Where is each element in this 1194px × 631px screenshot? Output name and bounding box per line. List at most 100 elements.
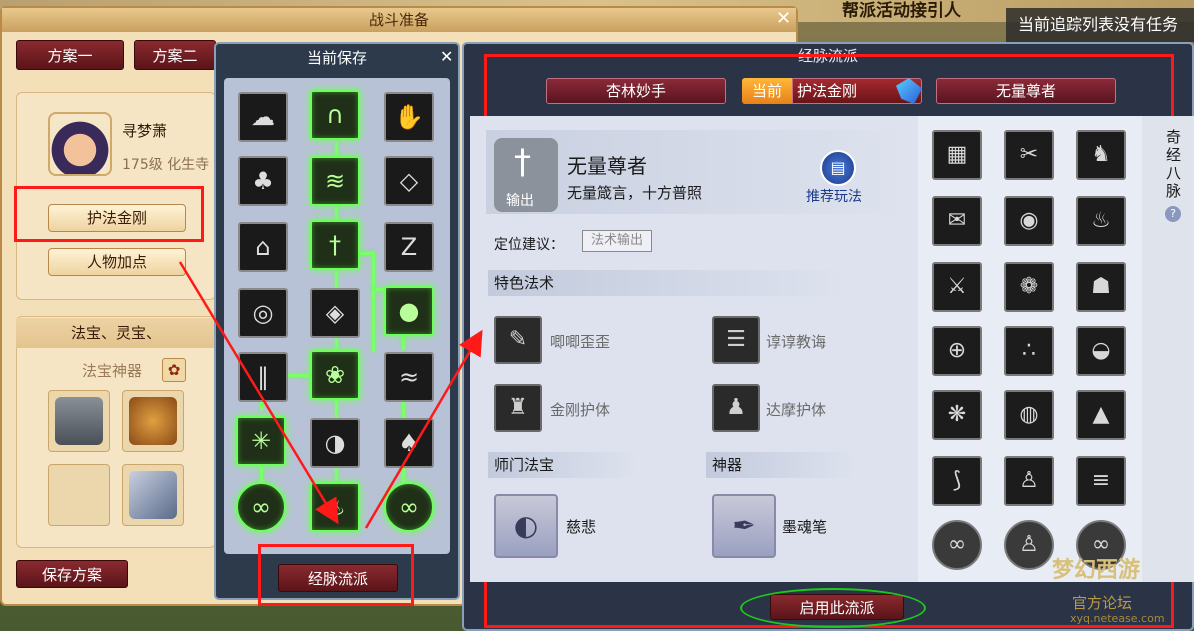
route-name: 无量尊者 (567, 154, 647, 178)
brush-item-icon (129, 471, 177, 519)
avatar (48, 112, 112, 176)
route-skill-node[interactable]: ⟆ (932, 456, 982, 506)
plan-tab-1[interactable]: 方案一 (16, 40, 124, 70)
treasure-card (16, 316, 216, 548)
school-treasure-header: 师门法宝 (488, 452, 638, 478)
character-level: 175级 化生寺 (122, 157, 210, 173)
route-skill-node[interactable]: ◉ (1004, 196, 1054, 246)
school-treasure-name: 慈悲 (566, 518, 597, 536)
highlight-lineage-button (258, 544, 414, 606)
route-skill-node[interactable]: ♙ (1004, 456, 1054, 506)
spell-name-jingang: 金刚护体 (550, 401, 611, 419)
fabao-slot-2[interactable] (122, 390, 184, 452)
route-skill-node[interactable]: ⚔ (932, 262, 982, 312)
battle-prep-close-icon[interactable]: ✕ (776, 10, 791, 28)
meridian-node-lit[interactable]: † (310, 220, 360, 270)
highlight-enable-button (740, 588, 926, 628)
route-tab-xinglin[interactable]: 杏林妙手 (546, 78, 726, 104)
save-plan-button[interactable]: 保存方案 (16, 560, 128, 588)
top-banner-text: 帮派活动接引人 (842, 1, 961, 21)
spell-name-jiji: 唧唧歪歪 (550, 333, 611, 351)
meridian-node[interactable]: ◈ (310, 288, 360, 338)
route-tab-wuliang[interactable]: 无量尊者 (936, 78, 1116, 104)
route-skill-node[interactable]: ⊕ (932, 326, 982, 376)
meridian-node-lit[interactable]: ∩ (310, 90, 360, 140)
meridian-node-lit[interactable]: ♨ (310, 482, 360, 532)
spell-icon-jingang[interactable]: ♜ (494, 384, 542, 432)
game-logo-watermark: 梦幻西游 官方论坛 xyq.netease.com (1046, 548, 1194, 631)
meridian-node[interactable]: ∥ (238, 352, 288, 402)
logo-text: 梦幻西游 (1052, 557, 1141, 583)
meridian-node-lit[interactable]: ● (384, 286, 434, 336)
book-icon[interactable]: ▤ (820, 150, 856, 186)
bell-item-icon (129, 397, 177, 445)
meridian-node[interactable]: Z (384, 222, 434, 272)
meridian-node[interactable]: ◑ (310, 418, 360, 468)
meridian-node[interactable]: ✋ (384, 92, 434, 142)
character-name: 寻梦萧 (122, 122, 168, 140)
meridian-skill-grid: ☁ ∩ ✋ ♣ ≋ ◇ ⌂ † Z ◎ ◈ ● ∥ ❀ ≈ ✳ ◑ ♠ ∞ ♨ … (224, 78, 450, 554)
route-skill-node[interactable]: ∴ (1004, 326, 1054, 376)
meridian-node-lit[interactable]: ✳ (236, 416, 286, 466)
position-label: 定位建议： (494, 237, 564, 253)
current-save-title: 当前保存 (306, 49, 367, 67)
meridian-node-lit[interactable]: ❀ (310, 350, 360, 400)
route-skill-node[interactable]: ♨ (1076, 196, 1126, 246)
route-skill-node[interactable]: ≡ (1076, 456, 1126, 506)
help-icon[interactable]: ? (1165, 206, 1181, 222)
sword-role-badge: † 输出 (494, 138, 558, 212)
url-text: xyq.netease.com (1070, 612, 1165, 625)
route-skill-node[interactable]: ♞ (1076, 130, 1126, 180)
position-tag: 法术输出 (582, 230, 652, 252)
spell-icon-jiji[interactable]: ✎ (494, 316, 542, 364)
route-skill-node[interactable]: ❋ (932, 390, 982, 440)
attribute-points-button[interactable]: 人物加点 (48, 248, 186, 276)
spell-icon-damo[interactable]: ♟ (712, 384, 760, 432)
current-badge: 当前 (742, 78, 792, 104)
treasure-header: 法宝、灵宝、 (16, 318, 216, 348)
fabao-artifact-label: 法宝神器 (82, 362, 143, 380)
side-meridian-label: 奇经八脉 (1166, 128, 1182, 200)
spell-name-zhunzhun: 谆谆教诲 (766, 333, 827, 351)
meridian-node[interactable]: ♣ (238, 156, 288, 206)
quest-tracker[interactable]: 当前追踪列表没有任务 (1006, 8, 1194, 42)
fabao-slot-3[interactable] (48, 464, 110, 526)
current-save-close-icon[interactable]: ✕ (440, 49, 453, 65)
meridian-node[interactable]: ⌂ (238, 222, 288, 272)
lantern-item-icon (55, 397, 103, 445)
route-skill-node[interactable]: ◒ (1076, 326, 1126, 376)
meridian-node[interactable]: ◎ (238, 288, 288, 338)
route-skill-node[interactable]: ▲ (1076, 390, 1126, 440)
route-skill-node[interactable]: ◍ (1004, 390, 1054, 440)
brush-icon[interactable]: ✒ (712, 494, 776, 558)
artifact-header: 神器 (706, 452, 856, 478)
fabao-slot-1[interactable] (48, 390, 110, 452)
spell-icon-zhunzhun[interactable]: ☰ (712, 316, 760, 364)
artifact-name: 墨魂笔 (782, 518, 828, 536)
special-spells-header: 特色法术 (488, 270, 848, 296)
route-skill-node[interactable]: ▦ (932, 130, 982, 180)
route-skill-node[interactable]: ❁ (1004, 262, 1054, 312)
meridian-node-lit[interactable]: ∞ (236, 482, 286, 532)
gear-icon[interactable]: ✿ (162, 358, 186, 382)
route-motto: 无量箴言，十方普照 (567, 184, 703, 202)
battle-prep-title: 战斗准备 (2, 8, 796, 32)
route-skill-node[interactable]: ✉ (932, 196, 982, 246)
meridian-node[interactable]: ♠ (384, 418, 434, 468)
recommend-label[interactable]: 推荐玩法 (806, 186, 862, 206)
meridian-node[interactable]: ≈ (384, 352, 434, 402)
meridian-node-lit[interactable]: ∞ (384, 482, 434, 532)
spell-name-damo: 达摩护体 (766, 401, 827, 419)
sword-icon: † (514, 142, 531, 182)
route-skill-node[interactable]: ∞ (932, 520, 982, 570)
meridian-node[interactable]: ◇ (384, 156, 434, 206)
plan-tab-2[interactable]: 方案二 (134, 40, 216, 70)
meridian-node[interactable]: ☁ (238, 92, 288, 142)
route-skill-node[interactable]: ✂ (1004, 130, 1054, 180)
highlight-route-button (14, 186, 204, 242)
route-skill-node[interactable]: ☗ (1076, 262, 1126, 312)
gourd-icon[interactable]: ◐ (494, 494, 558, 558)
forum-text: 官方论坛 (1072, 594, 1133, 612)
meridian-node-lit[interactable]: ≋ (310, 156, 360, 206)
fabao-slot-4[interactable] (122, 464, 184, 526)
